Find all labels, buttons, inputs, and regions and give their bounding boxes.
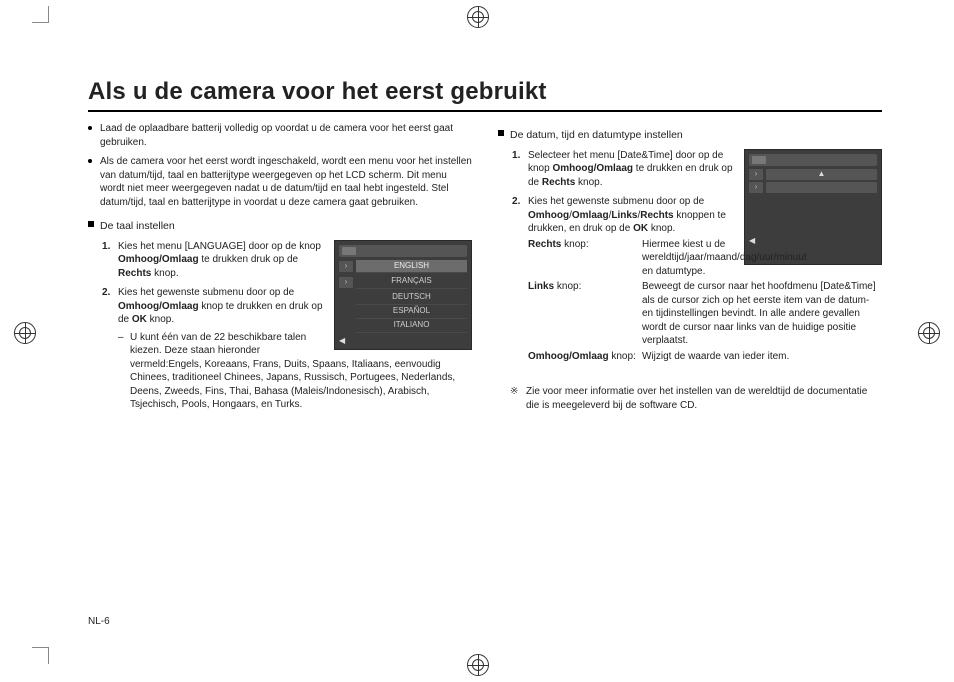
registration-mark-icon bbox=[467, 6, 489, 28]
def-value: Beweegt de cursor naar het hoofdmenu [Da… bbox=[642, 280, 882, 348]
step-text: te drukken druk op de bbox=[199, 254, 299, 265]
bold-label: Links bbox=[611, 210, 637, 221]
bold-label: Omhoog/Omlaag bbox=[552, 163, 633, 174]
definition-row: Links knop: Beweegt de cursor naar het h… bbox=[528, 280, 882, 348]
bold-label: OK bbox=[633, 223, 648, 234]
intro-bullet: Als de camera voor het eerst wordt inges… bbox=[88, 155, 472, 209]
step-item: Kies het gewenste submenu door op de Omh… bbox=[102, 286, 472, 412]
crop-mark bbox=[32, 6, 49, 23]
section-heading-language: De taal instellen bbox=[88, 219, 472, 233]
definition-row: Rechts knop: Hiermee kiest u de wereldti… bbox=[528, 238, 736, 279]
step-item: Kies het menu [LANGUAGE] door op de knop… bbox=[102, 240, 472, 281]
section-heading-datetime: De datum, tijd en datumtype instellen bbox=[498, 128, 882, 142]
bold-label: Omhoog bbox=[528, 210, 569, 221]
def-label-post: knop: bbox=[561, 239, 588, 250]
registration-mark-icon bbox=[918, 322, 940, 344]
registration-mark-icon bbox=[467, 654, 489, 676]
step-text: knop. bbox=[648, 223, 675, 234]
registration-mark-icon bbox=[14, 322, 36, 344]
bold-label: Rechts bbox=[640, 210, 673, 221]
bold-label: Omhoog/Omlaag bbox=[118, 301, 199, 312]
definition-row: Omhoog/Omlaag knop: Wijzigt de waarde va… bbox=[528, 350, 882, 364]
step-text: Kies het menu [LANGUAGE] door op de knop bbox=[118, 241, 321, 252]
def-label-bold: Links bbox=[528, 281, 554, 292]
page-title: Als u de camera voor het eerst gebruikt bbox=[88, 76, 882, 112]
page: Als u de camera voor het eerst gebruikt … bbox=[60, 40, 902, 642]
crop-mark bbox=[32, 647, 49, 664]
bold-label: Rechts bbox=[542, 177, 575, 188]
def-label-bold: Omhoog/Omlaag bbox=[528, 351, 609, 362]
bold-label: OK bbox=[132, 314, 147, 325]
step-text: Kies het gewenste submenu door op de bbox=[528, 196, 704, 207]
left-column: Laad de oplaadbare batterij volledig op … bbox=[88, 118, 472, 417]
note-text: Zie voor meer informatie over het instel… bbox=[512, 385, 882, 412]
def-value: Hiermee kiest u de wereldtijd/jaar/maand… bbox=[642, 238, 807, 279]
bold-label: Omhoog/Omlaag bbox=[118, 254, 199, 265]
def-value: Wijzigt de waarde van ieder item. bbox=[642, 350, 882, 364]
def-label-bold: Rechts bbox=[528, 239, 561, 250]
step-item: Selecteer het menu [Date&Time] door op d… bbox=[512, 149, 882, 190]
def-label-post: knop: bbox=[554, 281, 581, 292]
right-column: De datum, tijd en datumtype instellen › … bbox=[498, 118, 882, 417]
step-item: Kies het gewenste submenu door op de Omh… bbox=[512, 195, 882, 363]
intro-bullet: Laad de oplaadbare batterij volledig op … bbox=[88, 122, 472, 149]
page-number: NL-6 bbox=[88, 615, 110, 629]
step-text: knop. bbox=[575, 177, 602, 188]
def-label-post: knop: bbox=[609, 351, 636, 362]
bold-label: Omlaag bbox=[572, 210, 609, 221]
step-text: Kies het gewenste submenu door op de bbox=[118, 287, 294, 298]
bold-label: Rechts bbox=[118, 268, 151, 279]
step-text: knop. bbox=[147, 314, 174, 325]
sub-bullet: U kunt één van de 22 beschikbare talen k… bbox=[118, 331, 472, 412]
step-text: knop. bbox=[151, 268, 178, 279]
